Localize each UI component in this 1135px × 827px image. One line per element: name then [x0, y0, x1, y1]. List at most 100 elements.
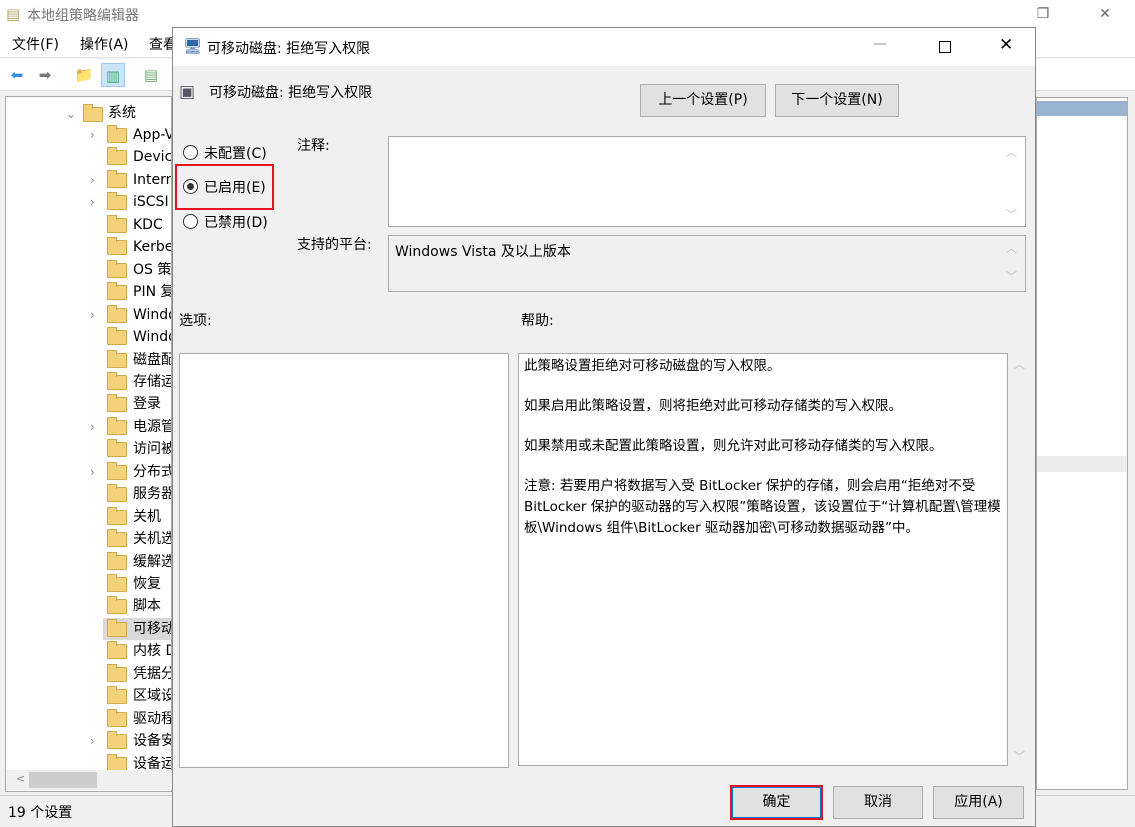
chevron-right-icon[interactable]: › [90, 124, 95, 146]
folder-icon [107, 259, 127, 278]
scroll-down-icon[interactable]: ﹀ [1006, 268, 1017, 284]
dialog-title: 可移动磁盘: 拒绝写入权限 [207, 41, 371, 57]
ok-button[interactable]: 确定 [730, 785, 823, 820]
tree-item-label: 可移动 [133, 620, 172, 637]
tree-item-label: 关机选 [133, 531, 172, 548]
list-header-row[interactable] [1037, 101, 1127, 116]
main-window-title: 本地组策略编辑器 [27, 8, 139, 24]
scroll-up-icon[interactable]: ︿ [1006, 144, 1017, 160]
scroll-left-icon[interactable]: < [16, 772, 25, 785]
scroll-down-icon[interactable]: ﹀ [1006, 206, 1017, 222]
tree-item-label: iSCSI [133, 194, 169, 211]
maximize-icon[interactable] [939, 41, 951, 53]
tree-item[interactable]: 磁盘配 [103, 349, 172, 371]
next-setting-button[interactable]: 下一个设置(N) [775, 84, 899, 117]
radio-button[interactable] [183, 179, 198, 194]
tree-item-label: 区域设 [133, 688, 172, 705]
tree-item[interactable]: 区域设 [103, 685, 172, 707]
chevron-right-icon[interactable]: › [90, 304, 95, 326]
tree-item[interactable]: Windows [103, 326, 171, 348]
help-label: 帮助: [521, 313, 554, 329]
tree-item-label: 凭据分 [133, 665, 172, 682]
radio-enabled[interactable]: 已启用(E) [173, 177, 293, 202]
main-title-bar: ▤ 本地组策略编辑器 ❐ ✕ [0, 0, 1135, 28]
tree-item[interactable]: 凭据分 [103, 663, 172, 685]
folder-icon [107, 461, 127, 480]
folder-icon [107, 596, 127, 615]
help-panel: 此策略设置拒绝对可移动磁盘的写入权限。 如果启用此策略设置，则将拒绝对此可移动存… [518, 353, 1008, 766]
tree-item[interactable]: Internet [103, 169, 171, 191]
help-scroll-down-icon[interactable]: ﹀ [1014, 748, 1025, 764]
chevron-right-icon[interactable]: › [90, 461, 95, 483]
tree-item[interactable]: 访问被 [103, 438, 171, 460]
tree-item[interactable]: 设备安 [103, 730, 171, 752]
tree-item-label: 内核 D [133, 643, 172, 660]
chevron-right-icon[interactable]: › [90, 416, 95, 438]
chevron-right-icon[interactable]: › [90, 169, 95, 191]
show-hide-tree-icon[interactable]: ▥ [101, 63, 125, 87]
chevron-right-icon[interactable]: › [90, 191, 95, 213]
close-icon[interactable]: ✕ [999, 35, 1013, 55]
tree-item-label: 登录 [133, 396, 161, 413]
tree-item-system[interactable]: 系统 [108, 102, 136, 124]
tree-item[interactable]: 可移动 [103, 617, 172, 640]
tree-item[interactable]: 关机 [103, 506, 171, 528]
tree-horizontal-scrollbar[interactable]: < [6, 770, 172, 790]
tree-item-label: Internet [133, 171, 171, 188]
tree-item[interactable]: 关机选 [103, 528, 172, 550]
tree-item[interactable]: iSCSI [103, 191, 171, 213]
folder-icon [107, 708, 127, 727]
tree-item[interactable]: 缓解选 [103, 551, 172, 573]
apply-button[interactable]: 应用(A) [933, 786, 1024, 819]
scroll-thumb[interactable] [29, 772, 97, 788]
tree-item[interactable]: 分布式 [103, 461, 171, 483]
tree-item-label: Kerberos [133, 239, 171, 256]
tree-item[interactable]: OS 策 [103, 259, 171, 281]
help-paragraph: 如果禁用或未配置此策略设置，则允许对此可移动存储类的写入权限。 [524, 438, 943, 454]
previous-setting-button[interactable]: 上一个设置(P) [640, 84, 766, 117]
folder-icon [107, 214, 127, 233]
tree-item-label: 缓解选 [133, 553, 172, 570]
tree-item[interactable]: 登录 [103, 393, 171, 415]
list-row[interactable] [1037, 456, 1127, 472]
tree-item[interactable]: Device [103, 146, 171, 168]
cancel-button[interactable]: 取消 [833, 786, 923, 819]
radio-disabled[interactable]: 已禁用(D) [173, 212, 293, 237]
tree-item[interactable]: App-V [103, 124, 171, 146]
help-scroll-up-icon[interactable]: ︿ [1014, 356, 1025, 372]
tree-item[interactable]: KDC [103, 214, 171, 236]
comment-textarea[interactable] [388, 136, 1026, 227]
tree-item[interactable]: Kerberos [103, 236, 171, 258]
tree-item[interactable]: 服务器 [103, 483, 171, 505]
folder-icon [107, 349, 127, 368]
menu-file[interactable]: 文件(F) [12, 34, 59, 54]
tree-item[interactable]: 恢复 [103, 573, 171, 595]
back-arrow-icon[interactable]: ⬅ [5, 63, 29, 87]
tree-item[interactable]: 驱动程 [103, 708, 171, 730]
export-list-icon[interactable]: ▤ [139, 63, 163, 87]
up-folder-icon[interactable]: 📁 [72, 63, 96, 87]
tree-item-label: 磁盘配 [133, 351, 172, 368]
tree-item[interactable]: 存储运 [103, 371, 171, 393]
tree-item-label: 关机 [133, 508, 161, 525]
chevron-right-icon[interactable]: › [90, 730, 95, 752]
close-window-button[interactable]: ✕ [1082, 0, 1128, 28]
folder-icon [83, 104, 103, 122]
tree-item[interactable]: PIN 复 [103, 281, 171, 303]
tree-item[interactable]: 电源管 [103, 416, 171, 438]
dialog-title-bar: 🖥 可移动磁盘: 拒绝写入权限 — ✕ [173, 28, 1035, 66]
tree-item[interactable]: 脚本 [103, 595, 171, 617]
menu-action[interactable]: 操作(A) [80, 34, 129, 54]
radio-button[interactable] [183, 214, 198, 229]
radio-label: 已禁用(D) [204, 215, 268, 231]
tree-item[interactable]: 内核 D [103, 640, 172, 662]
folder-icon [107, 731, 127, 750]
tree-item[interactable]: Windows [103, 304, 171, 326]
radio-button[interactable] [183, 145, 198, 160]
forward-arrow-icon[interactable]: ➡ [33, 63, 57, 87]
scroll-up-icon[interactable]: ︿ [1006, 240, 1017, 256]
restore-button[interactable]: ❐ [1020, 0, 1066, 28]
minimize-icon[interactable]: — [873, 36, 887, 52]
chevron-down-icon[interactable]: ⌄ [66, 103, 76, 125]
folder-icon [107, 574, 127, 592]
